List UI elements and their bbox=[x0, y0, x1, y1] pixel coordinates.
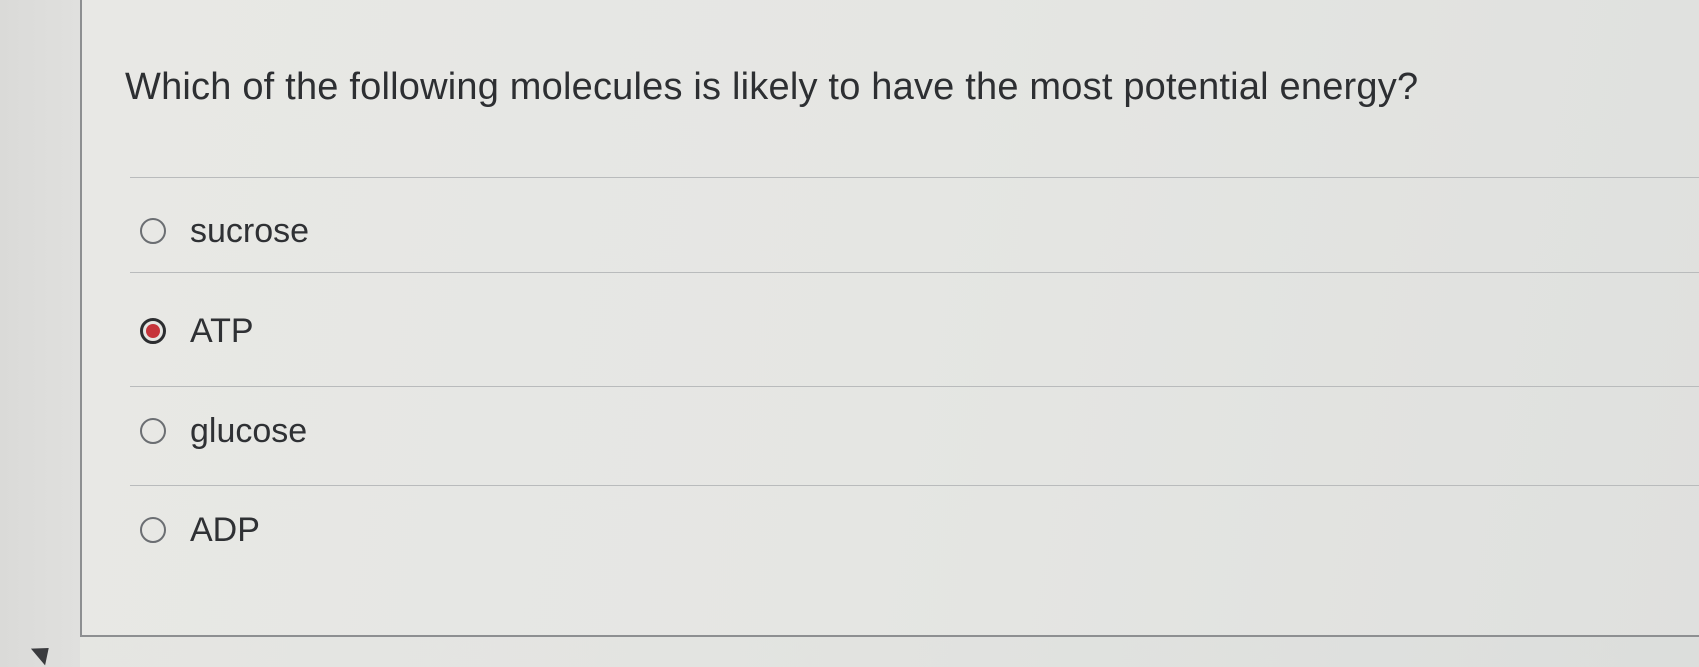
answer-option-atp[interactable]: ATP bbox=[140, 309, 254, 353]
answer-option-adp[interactable]: ADP bbox=[140, 508, 260, 552]
question-text: Which of the following molecules is like… bbox=[125, 66, 1419, 108]
divider bbox=[130, 272, 1699, 273]
answer-label: glucose bbox=[190, 411, 308, 450]
answer-label: ADP bbox=[190, 510, 260, 549]
answer-label: ATP bbox=[190, 311, 254, 350]
answer-label: sucrose bbox=[190, 211, 310, 250]
answer-option-glucose[interactable]: glucose bbox=[140, 409, 307, 453]
answer-option-sucrose[interactable]: sucrose bbox=[140, 209, 309, 253]
page-margin bbox=[0, 0, 80, 667]
divider bbox=[130, 485, 1699, 486]
divider bbox=[130, 177, 1699, 178]
radio-unselected-icon[interactable] bbox=[140, 218, 166, 244]
divider bbox=[130, 386, 1699, 387]
radio-unselected-icon[interactable] bbox=[140, 517, 166, 543]
radio-selected-icon[interactable] bbox=[140, 318, 166, 344]
radio-unselected-icon[interactable] bbox=[140, 418, 166, 444]
